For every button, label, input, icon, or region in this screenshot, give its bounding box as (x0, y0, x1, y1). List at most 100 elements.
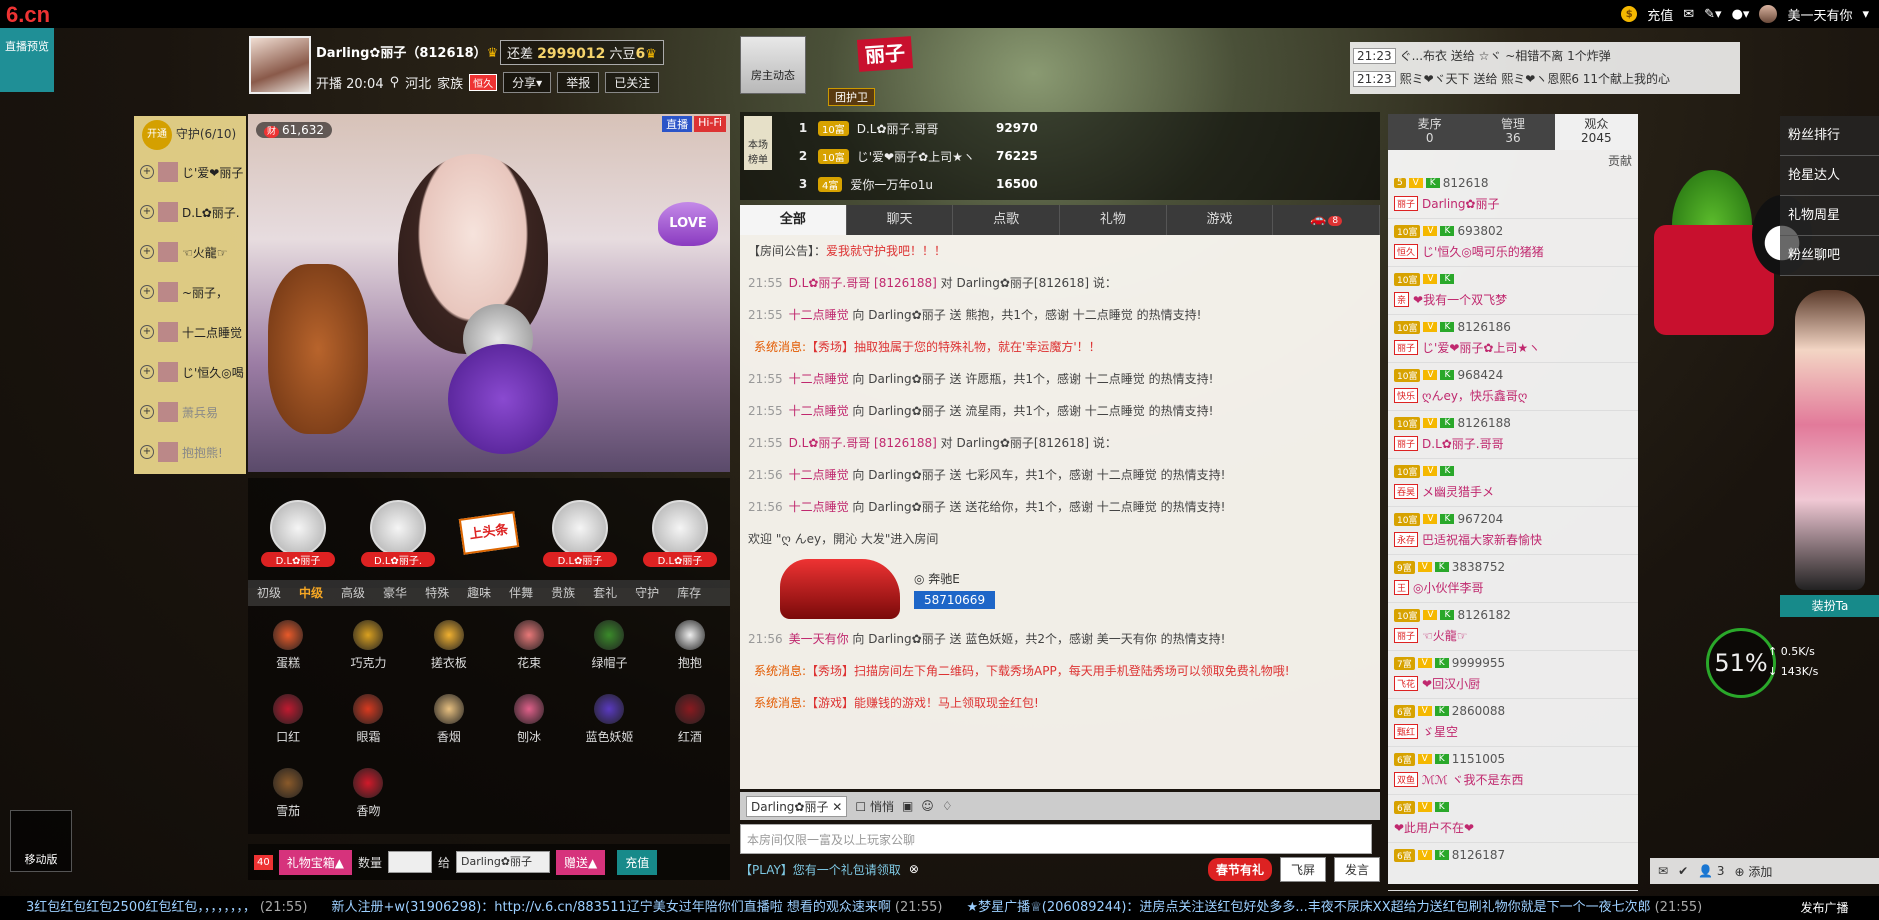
gift-item[interactable]: 抱抱 (650, 620, 730, 694)
add-icon[interactable]: + (140, 245, 154, 259)
family-tag[interactable]: 恒久 (469, 74, 498, 91)
user-icon[interactable]: 👤 3 (1698, 864, 1724, 878)
audience-item[interactable]: 6富 V K ❤此用户不在❤ (1388, 795, 1638, 843)
gift-item[interactable]: 蛋糕 (248, 620, 328, 694)
dress-up-button[interactable]: 装扮Ta (1780, 595, 1879, 617)
network-speed[interactable]: 51% (1706, 628, 1776, 698)
message-user[interactable]: 系统消息: (754, 664, 806, 678)
close-icon[interactable]: ⊗ (909, 862, 919, 876)
tab-song[interactable]: 点歌 (953, 205, 1061, 235)
tab-mic-queue[interactable]: 麦序 0 (1388, 114, 1471, 150)
mail-icon[interactable]: ✉ (1683, 7, 1694, 22)
guard-item[interactable]: + 十二点睡觉 (134, 312, 246, 352)
status-icon[interactable]: ●▾ (1732, 7, 1750, 22)
message-user[interactable]: 十二点睡觉 (789, 308, 849, 322)
recharge-link[interactable]: 充值 (1647, 5, 1673, 24)
share-button[interactable]: 分享▾ (503, 72, 552, 93)
guard-avatar[interactable]: D.L✿丽子. (361, 499, 435, 567)
send-message-button[interactable]: 发言 (1333, 856, 1380, 882)
message-user[interactable]: 美一天有你 (789, 632, 849, 646)
audience-item[interactable]: 5 V K 812618 丽子 Darling✿丽子 (1388, 171, 1638, 219)
message-user[interactable]: 十二点睡觉 (789, 468, 849, 482)
audience-item[interactable]: 10富 V K 亲 ❤我有一个双飞梦 (1388, 267, 1638, 315)
add-icon[interactable]: + (140, 405, 154, 419)
gift-tab[interactable]: 套礼 (584, 580, 626, 606)
guard-group-badge[interactable]: 团护卫 (828, 88, 875, 106)
add-icon[interactable]: + (140, 285, 154, 299)
guard-item[interactable]: + 萧兵易 (134, 392, 246, 432)
headline-button[interactable]: 上头条 (458, 511, 520, 555)
side-menu-item[interactable]: 粉丝聊吧 (1780, 236, 1879, 276)
guard-item[interactable]: + じ'爱❤丽子 (134, 152, 246, 192)
add-friend-button[interactable]: ⊕ 添加 (1735, 863, 1773, 880)
audience-item[interactable]: 10富 V K 693802 恒久 じ'恒久◎喝可乐的猪猪 (1388, 219, 1638, 267)
message-user[interactable]: D.L✿丽子.哥哥 [8126188] (789, 436, 937, 450)
ticker-text[interactable]: 新人注册+w(31906298)：http://v.6.cn/883511辽宁美… (331, 900, 890, 915)
add-icon[interactable]: + (140, 365, 154, 379)
open-guard-button[interactable]: 开通 (142, 119, 172, 150)
guard-avatar[interactable]: D.L✿丽子 (643, 499, 717, 567)
message-user[interactable]: D.L✿丽子.哥哥 [8126188] (789, 276, 937, 290)
guard-avatar[interactable]: D.L✿丽子 (543, 499, 617, 567)
gift-tab[interactable]: 贵族 (542, 580, 584, 606)
guard-item[interactable]: + 抱抱熊! (134, 432, 246, 472)
side-menu-item[interactable]: 抢星达人 (1780, 156, 1879, 196)
gift-box-button[interactable]: 礼物宝箱▲ (278, 849, 352, 875)
message-user[interactable]: 系统消息: (754, 340, 806, 354)
message-user[interactable]: 十二点睡觉 (789, 404, 849, 418)
user-avatar[interactable] (1759, 5, 1778, 23)
audience-item[interactable]: 10富 V K 8126188 丽子 D.L✿丽子.哥哥 (1388, 411, 1638, 459)
message-user[interactable]: 系统消息: (754, 696, 806, 710)
play-gift-link[interactable]: 【PLAY】您有一个礼包请领取 (740, 861, 901, 878)
add-icon[interactable]: + (140, 205, 154, 219)
send-gift-button[interactable]: 赠送▲ (556, 849, 606, 875)
recipient-select[interactable]: Darling✿丽子 (456, 851, 550, 873)
audience-item[interactable]: 6富 V K 2860088 甄红 ゞ星空 (1388, 699, 1638, 747)
report-button[interactable]: 举报 (557, 72, 600, 93)
guard-item[interactable]: + ~丽子， (134, 272, 246, 312)
add-icon[interactable]: + (140, 165, 154, 179)
guard-item[interactable]: + ☜火龍☞ (134, 232, 246, 272)
ticker-text[interactable]: 3红包红包红包2500红包红包，，，，，，，， (26, 900, 256, 915)
gift-tab[interactable]: 伴舞 (500, 580, 542, 606)
audience-item[interactable]: 10富 V K 968424 快乐 ღんey，快乐鑫哥ღ (1388, 363, 1638, 411)
audience-item[interactable]: 6富 V K 8126187 (1388, 843, 1638, 891)
tab-car[interactable]: 🚗 8 (1273, 205, 1381, 235)
live-preview-button[interactable]: 直播预览 (0, 28, 54, 92)
anchor-avatar[interactable] (249, 36, 311, 94)
fly-screen-button[interactable]: 飞屏 (1279, 856, 1326, 882)
ticker-text[interactable]: ★梦星广播♕(206089244)：进房点关注送红包好处多多...丰夜不尿床XX… (967, 900, 1651, 915)
tab-all[interactable]: 全部 (740, 205, 847, 235)
audience-item[interactable]: 10富 V K 吞昊 メ幽灵猎手メ (1388, 459, 1638, 507)
rank-row[interactable]: 1 10富 D.L✿丽子.哥哥 92970 (796, 114, 1038, 142)
tab-admins[interactable]: 管理 36 (1471, 114, 1554, 150)
mobile-version-button[interactable]: 移动版 (10, 810, 72, 872)
gift-tab[interactable]: 中级 (290, 580, 332, 606)
gift-tab[interactable]: 趣味 (458, 580, 500, 606)
edit-icon[interactable]: ✎▾ (1704, 7, 1721, 22)
audience-item[interactable]: 10富 V K 8126182 丽子 ☜火龍☞ (1388, 603, 1638, 651)
publish-broadcast-button[interactable]: 发布广播 (1770, 896, 1879, 920)
message-user[interactable]: 十二点睡觉 (789, 500, 849, 514)
avatar-doll[interactable] (1795, 290, 1865, 590)
gift-item[interactable]: 口红 (248, 694, 328, 768)
gift-item[interactable]: 红酒 (650, 694, 730, 768)
gift-tab[interactable]: 高级 (332, 580, 374, 606)
rank-row[interactable]: 3 4富 爱你一万年o1u 16500 (796, 170, 1038, 198)
tab-gift[interactable]: 礼物 (1060, 205, 1167, 235)
rank-row[interactable]: 2 10富 じ'爱❤丽子✿上司★ヽ 76225 (796, 142, 1038, 170)
gift-item[interactable]: 花束 (489, 620, 569, 694)
check-icon[interactable]: ✔ (1678, 864, 1688, 878)
chevron-down-icon[interactable]: ▾ (1862, 7, 1869, 22)
emoji-icon[interactable]: ☺ (921, 799, 934, 813)
private-checkbox[interactable]: ☐ 悄悄 (855, 798, 894, 815)
gift-item[interactable]: 蓝色妖姬 (569, 694, 649, 768)
gift-tab[interactable]: 豪华 (374, 580, 416, 606)
image-icon[interactable]: ▣ (902, 799, 913, 813)
chat-input[interactable]: 本房间仅限一富及以上玩家公聊 (740, 824, 1372, 854)
gift-tab[interactable]: 特殊 (416, 580, 458, 606)
video-player[interactable]: LOVE 财 61,632 直播 Hi-Fi (248, 114, 730, 472)
guard-item[interactable]: + D.L✿丽子. (134, 192, 246, 232)
add-icon[interactable]: + (140, 445, 154, 459)
host-activity-button[interactable]: 房主动态 (740, 36, 806, 94)
